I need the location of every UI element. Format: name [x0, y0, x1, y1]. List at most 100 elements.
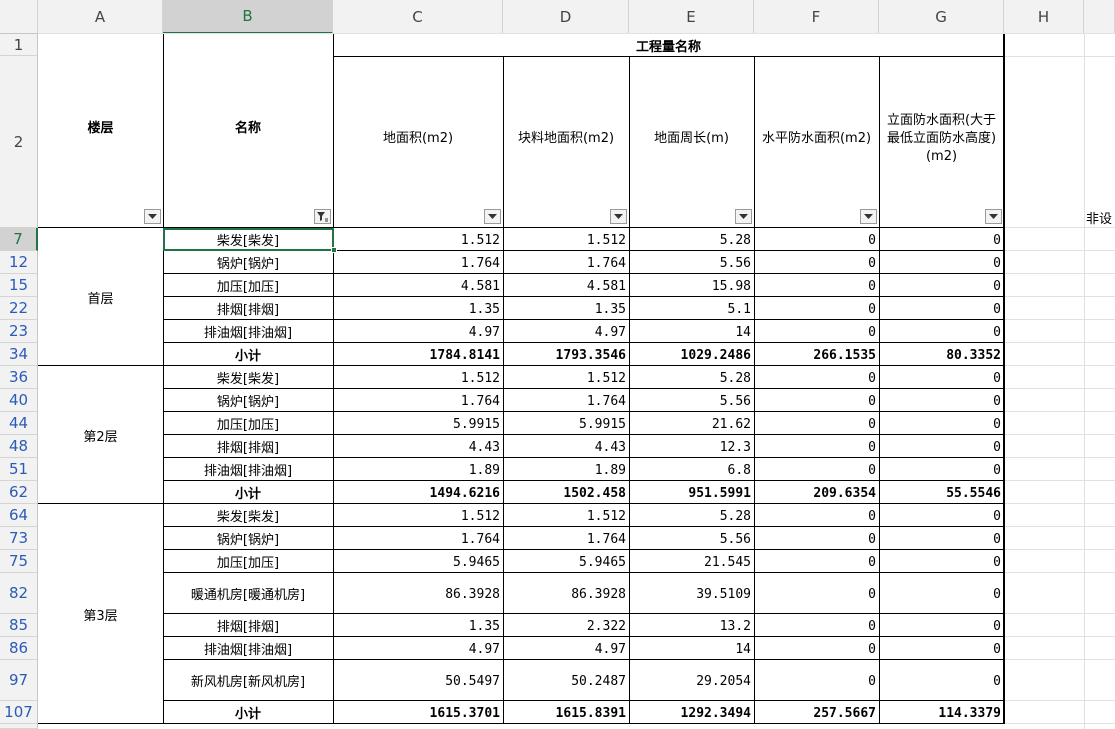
- row-number[interactable]: 97: [0, 660, 38, 701]
- row-number[interactable]: 12: [0, 251, 38, 274]
- column-title[interactable]: 块料地面积(m2): [503, 56, 629, 228]
- value-cell[interactable]: 4.43: [503, 435, 629, 458]
- value-cell[interactable]: 1.512: [333, 228, 503, 251]
- item-name-cell[interactable]: 锅炉[锅炉]: [163, 389, 333, 412]
- column-header-d[interactable]: D: [503, 0, 629, 34]
- value-cell[interactable]: 1.764: [503, 389, 629, 412]
- value-cell[interactable]: 0: [879, 389, 1004, 412]
- filter-active-icon[interactable]: [314, 209, 331, 224]
- value-cell[interactable]: 0: [754, 412, 879, 435]
- value-cell[interactable]: 29.2054: [629, 660, 754, 701]
- value-cell[interactable]: 0: [754, 435, 879, 458]
- item-name-cell[interactable]: 排油烟[排油烟]: [163, 458, 333, 481]
- value-cell[interactable]: 1.512: [503, 228, 629, 251]
- value-cell[interactable]: 5.9915: [503, 412, 629, 435]
- overflow-text[interactable]: 非设: [1086, 206, 1115, 229]
- value-cell[interactable]: 951.5991: [629, 481, 754, 504]
- value-cell[interactable]: 4.581: [503, 274, 629, 297]
- row-number[interactable]: 73: [0, 527, 38, 550]
- row-number[interactable]: 22: [0, 297, 38, 320]
- row-number[interactable]: 86: [0, 637, 38, 660]
- item-name-cell[interactable]: 排油烟[排油烟]: [163, 637, 333, 660]
- value-cell[interactable]: 0: [754, 297, 879, 320]
- row-number[interactable]: 36: [0, 366, 38, 389]
- item-name-cell[interactable]: 新风机房[新风机房]: [163, 660, 333, 701]
- column-header-a[interactable]: A: [38, 0, 163, 34]
- value-cell[interactable]: 5.1: [629, 297, 754, 320]
- value-cell[interactable]: 55.5546: [879, 481, 1004, 504]
- value-cell[interactable]: 0: [879, 251, 1004, 274]
- filter-dropdown-icon[interactable]: [144, 209, 161, 224]
- item-name-cell[interactable]: 小计: [163, 701, 333, 724]
- item-name-cell[interactable]: 小计: [163, 343, 333, 366]
- value-cell[interactable]: 5.28: [629, 366, 754, 389]
- value-cell[interactable]: 0: [879, 527, 1004, 550]
- value-cell[interactable]: 5.28: [629, 228, 754, 251]
- value-cell[interactable]: 257.5667: [754, 701, 879, 724]
- row-number[interactable]: 23: [0, 320, 38, 343]
- value-cell[interactable]: 4.97: [333, 320, 503, 343]
- row-number-partial[interactable]: [0, 724, 38, 729]
- value-cell[interactable]: 12.3: [629, 435, 754, 458]
- value-cell[interactable]: 5.9915: [333, 412, 503, 435]
- value-cell[interactable]: 4.97: [503, 320, 629, 343]
- value-cell[interactable]: 1784.8141: [333, 343, 503, 366]
- value-cell[interactable]: 1.512: [333, 366, 503, 389]
- column-header-c[interactable]: C: [333, 0, 503, 34]
- value-cell[interactable]: 0: [879, 366, 1004, 389]
- value-cell[interactable]: 86.3928: [503, 573, 629, 614]
- value-cell[interactable]: 0: [879, 660, 1004, 701]
- value-cell[interactable]: 0: [879, 320, 1004, 343]
- row-number[interactable]: 51: [0, 458, 38, 481]
- value-cell[interactable]: 0: [754, 527, 879, 550]
- value-cell[interactable]: 1.764: [333, 251, 503, 274]
- value-cell[interactable]: 1793.3546: [503, 343, 629, 366]
- value-cell[interactable]: 0: [754, 251, 879, 274]
- value-cell[interactable]: 0: [754, 320, 879, 343]
- filter-dropdown-icon[interactable]: [985, 209, 1002, 224]
- select-all-corner[interactable]: [0, 0, 38, 34]
- column-header-e[interactable]: E: [629, 0, 754, 34]
- value-cell[interactable]: 1.35: [333, 297, 503, 320]
- row-number[interactable]: 62: [0, 481, 38, 504]
- merged-title[interactable]: 工程量名称: [333, 34, 1004, 56]
- filter-dropdown-icon[interactable]: [735, 209, 752, 224]
- name-column-header[interactable]: 名称: [163, 34, 333, 228]
- row-number[interactable]: 1: [0, 34, 38, 56]
- value-cell[interactable]: 0: [879, 297, 1004, 320]
- value-cell[interactable]: 1494.6216: [333, 481, 503, 504]
- value-cell[interactable]: 1.512: [503, 366, 629, 389]
- row-number[interactable]: 2: [0, 56, 38, 228]
- value-cell[interactable]: 5.56: [629, 527, 754, 550]
- item-name-cell[interactable]: 加压[加压]: [163, 550, 333, 573]
- row-number[interactable]: 48: [0, 435, 38, 458]
- value-cell[interactable]: 0: [754, 458, 879, 481]
- value-cell[interactable]: 0: [879, 435, 1004, 458]
- value-cell[interactable]: 0: [879, 614, 1004, 637]
- item-name-cell[interactable]: 锅炉[锅炉]: [163, 251, 333, 274]
- column-title[interactable]: 立面防水面积(大于最低立面防水高度)(m2): [879, 56, 1004, 228]
- item-name-cell[interactable]: 暖通机房[暖通机房]: [163, 573, 333, 614]
- value-cell[interactable]: 1.512: [503, 504, 629, 527]
- value-cell[interactable]: 1502.458: [503, 481, 629, 504]
- value-cell[interactable]: 50.5497: [333, 660, 503, 701]
- value-cell[interactable]: 0: [879, 228, 1004, 251]
- value-cell[interactable]: 1.35: [333, 614, 503, 637]
- value-cell[interactable]: 1.764: [503, 527, 629, 550]
- item-name-cell[interactable]: 排烟[排烟]: [163, 435, 333, 458]
- row-number[interactable]: 82: [0, 573, 38, 614]
- value-cell[interactable]: 0: [879, 504, 1004, 527]
- item-name-cell[interactable]: 排烟[排烟]: [163, 297, 333, 320]
- value-cell[interactable]: 4.97: [503, 637, 629, 660]
- value-cell[interactable]: 1.764: [503, 251, 629, 274]
- value-cell[interactable]: 4.43: [333, 435, 503, 458]
- value-cell[interactable]: 209.6354: [754, 481, 879, 504]
- value-cell[interactable]: 1.764: [333, 389, 503, 412]
- value-cell[interactable]: 21.62: [629, 412, 754, 435]
- value-cell[interactable]: 0: [754, 550, 879, 573]
- item-name-cell[interactable]: 柴发[柴发]: [163, 366, 333, 389]
- value-cell[interactable]: 6.8: [629, 458, 754, 481]
- value-cell[interactable]: 0: [879, 412, 1004, 435]
- column-title[interactable]: 地面积(m2): [333, 56, 503, 228]
- item-name-cell[interactable]: 柴发[柴发]: [163, 504, 333, 527]
